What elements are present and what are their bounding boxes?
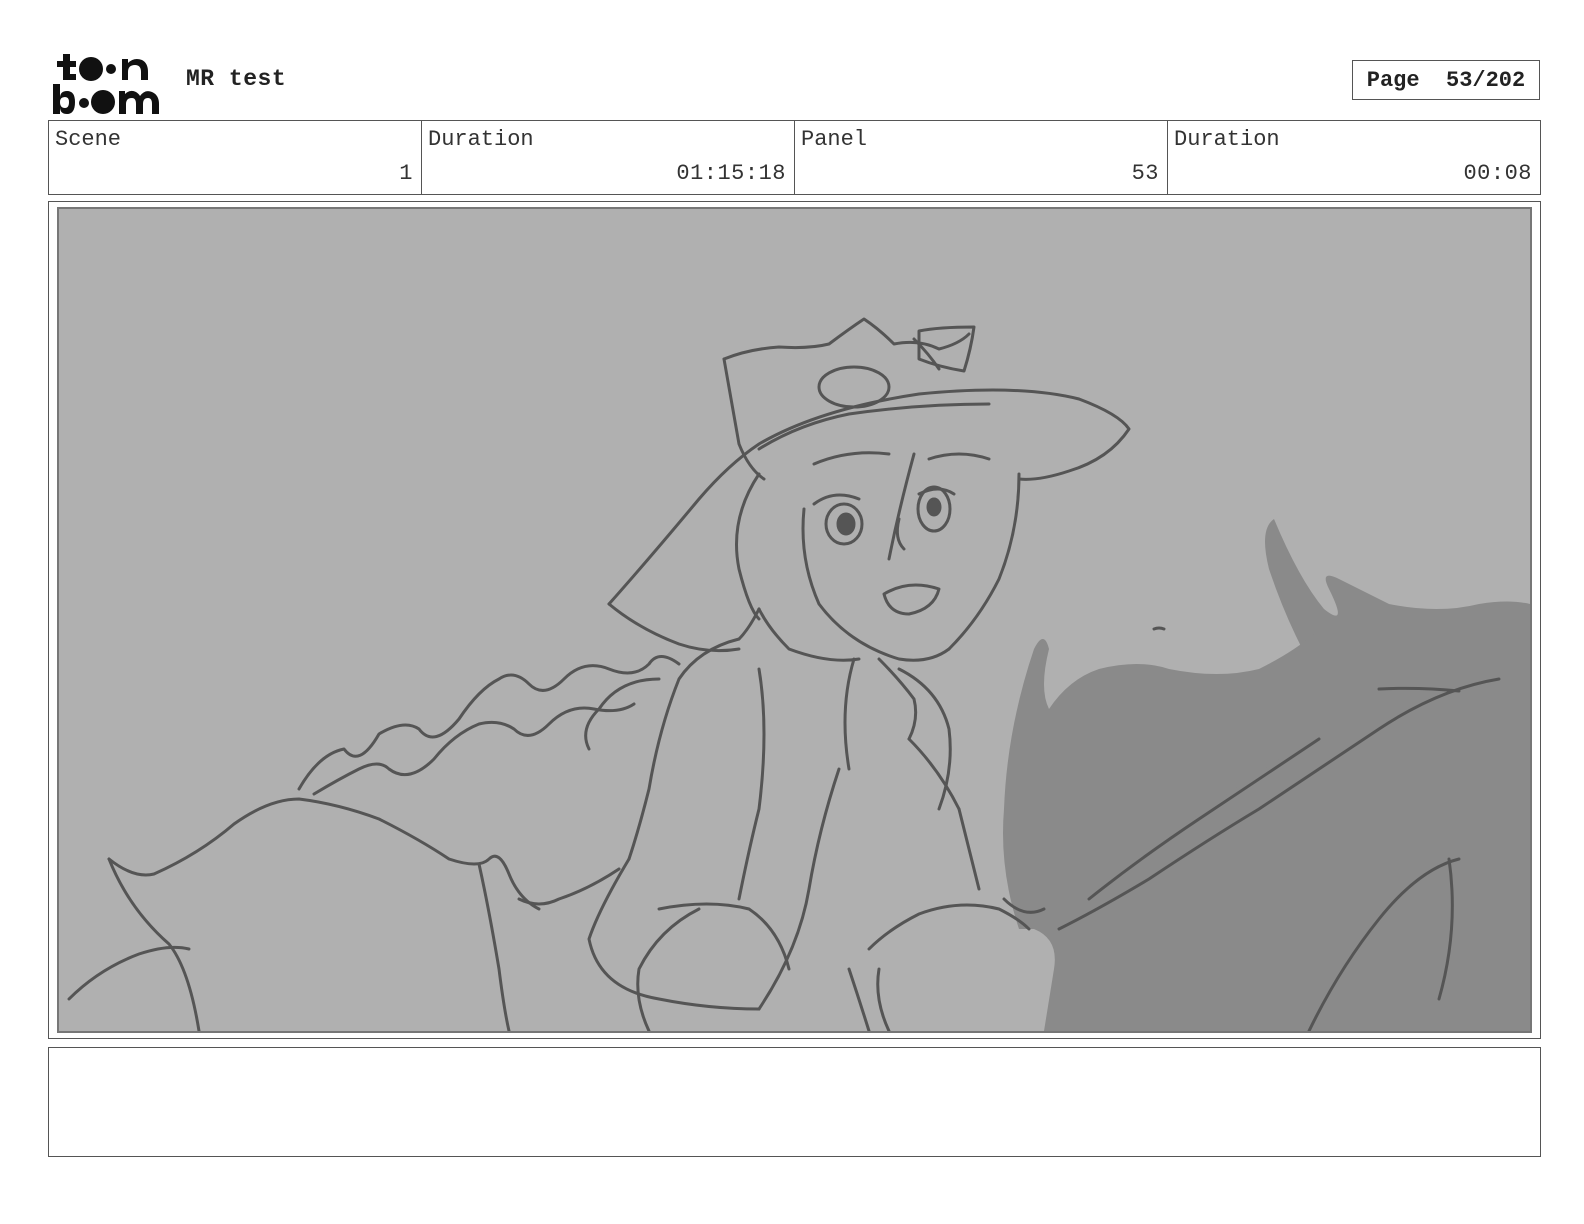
scene-cell: Scene 1 [49, 121, 422, 194]
scene-label: Scene [55, 127, 122, 152]
project-title: MR test [186, 66, 287, 92]
panel-duration-value: 00:08 [1463, 161, 1532, 186]
panel-cell: Panel 53 [795, 121, 1168, 194]
scene-value: 1 [399, 161, 413, 186]
storyboard-panel-frame [48, 201, 1541, 1039]
panel-notes-box[interactable] [48, 1047, 1541, 1157]
toonboom-logo-icon [53, 54, 159, 114]
panel-label: Panel [801, 127, 868, 152]
panel-duration-cell: Duration 00:08 [1168, 121, 1540, 194]
page-indicator: Page 53/202 [1352, 60, 1540, 100]
storyboard-panel-image [57, 207, 1532, 1033]
scene-duration-cell: Duration 01:15:18 [422, 121, 795, 194]
page-label: Page [1366, 67, 1420, 93]
toonboom-logo [50, 50, 166, 116]
panel-duration-label: Duration [1174, 127, 1280, 152]
sketch-drawing [59, 209, 1530, 1031]
panel-value: 53 [1131, 161, 1159, 186]
page-number: 53/202 [1446, 67, 1526, 93]
scene-duration-label: Duration [428, 127, 534, 152]
panel-info-table: Scene 1 Duration 01:15:18 Panel 53 Durat… [48, 120, 1541, 195]
scene-duration-value: 01:15:18 [676, 161, 786, 186]
